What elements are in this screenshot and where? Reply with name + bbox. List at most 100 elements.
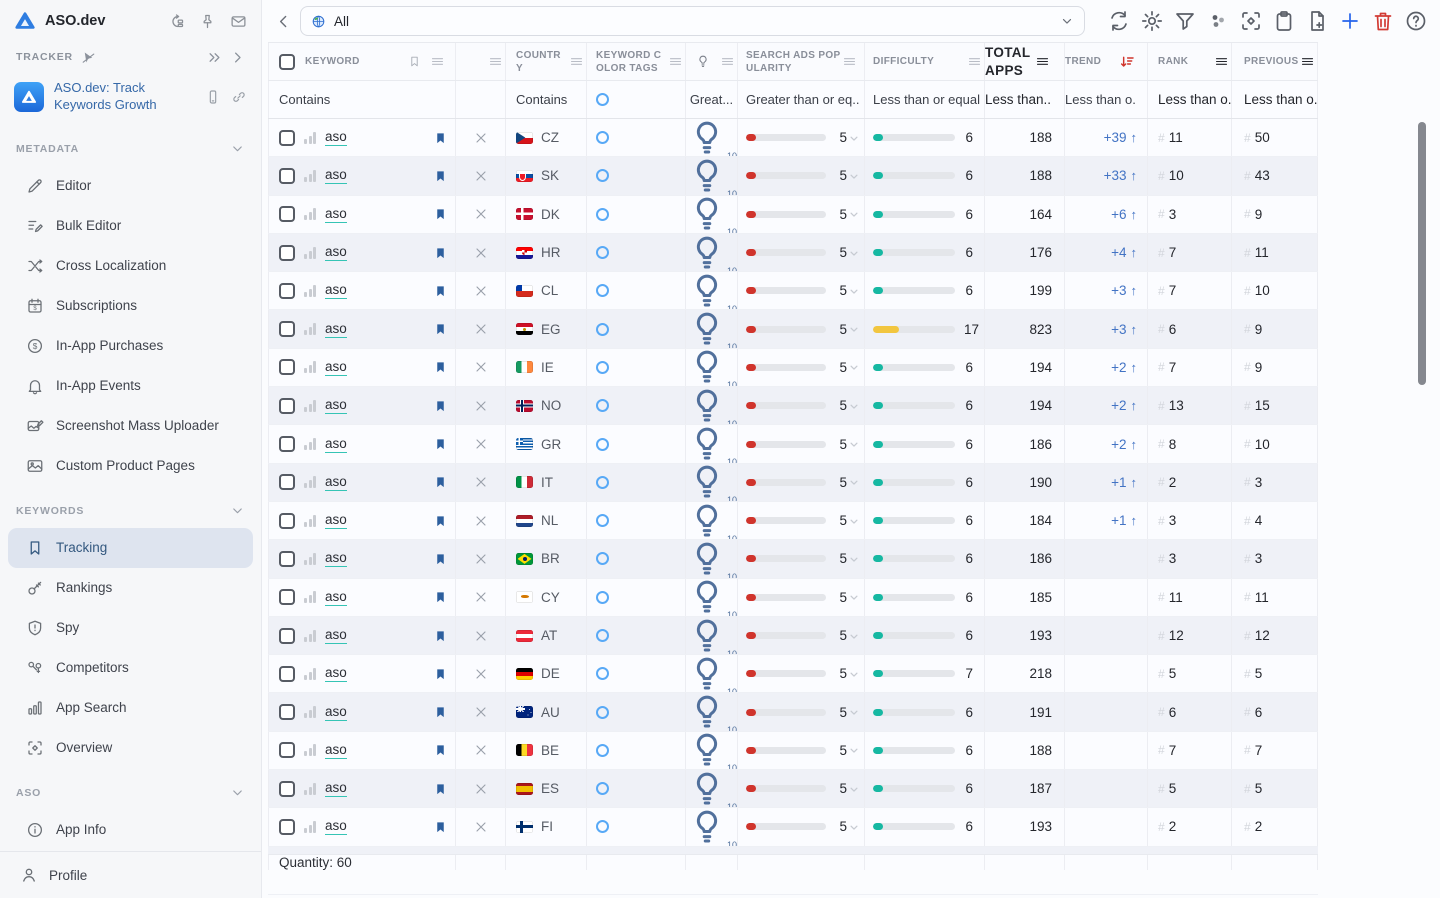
bookmark-icon[interactable] [434, 321, 447, 337]
mail-icon[interactable] [230, 13, 247, 30]
remove-keyword-button[interactable] [473, 819, 489, 835]
expand-chevron-icon[interactable] [849, 439, 859, 449]
column-header-color-tags[interactable]: KEYWORD COLOR TAGS [587, 43, 686, 80]
lamp-icon[interactable]: 10 [686, 349, 737, 386]
column-menu-icon[interactable] [668, 54, 683, 69]
row-checkbox[interactable] [279, 666, 295, 682]
color-tag-circle-icon[interactable] [596, 208, 609, 221]
expand-chevron-icon[interactable] [849, 362, 859, 372]
keyword-chart-icon[interactable] [304, 132, 316, 144]
add-icon[interactable] [1338, 9, 1362, 33]
remove-keyword-button[interactable] [473, 359, 489, 375]
keyword-text[interactable]: aso [325, 167, 347, 184]
keyword-text[interactable]: aso [325, 512, 347, 529]
keyword-text[interactable]: aso [325, 436, 347, 453]
row-checkbox[interactable] [279, 206, 295, 222]
keyword-text[interactable]: aso [325, 206, 347, 223]
filter-value[interactable]: Less than... [985, 92, 1052, 107]
column-header-trend[interactable]: TREND [1065, 43, 1148, 80]
color-tag-circle-icon[interactable] [596, 399, 609, 412]
chevron-down-icon[interactable] [230, 785, 245, 800]
color-tag-circle-icon[interactable] [596, 629, 609, 642]
filter-cell-remove[interactable] [456, 81, 506, 118]
expand-chevron-icon[interactable] [849, 592, 859, 602]
remove-keyword-button[interactable] [473, 513, 489, 529]
color-tag-circle-icon[interactable] [596, 667, 609, 680]
column-header-total-apps[interactable]: TOTAL APPS [985, 43, 1065, 80]
sidebar-item-custom-product-pages[interactable]: Custom Product Pages [8, 446, 253, 486]
lamp-icon[interactable]: 10 [686, 540, 737, 577]
remove-keyword-button[interactable] [473, 781, 489, 797]
color-tag-circle-icon[interactable] [596, 591, 609, 604]
column-header-keyword[interactable]: KEYWORD [268, 43, 456, 80]
column-menu-icon[interactable] [720, 54, 735, 69]
sidebar-item-spy[interactable]: Spy [8, 608, 253, 648]
sidebar-item-in-app-events[interactable]: In-App Events [8, 366, 253, 406]
remove-keyword-button[interactable] [473, 130, 489, 146]
expand-chevron-icon[interactable] [849, 516, 859, 526]
bookmark-outline-icon[interactable] [408, 55, 421, 68]
filter-cell-color-tags[interactable] [587, 81, 686, 118]
expand-chevron-icon[interactable] [849, 401, 859, 411]
lamp-icon[interactable]: 10 [686, 770, 737, 807]
filter-value[interactable]: Great... [690, 92, 733, 107]
remove-keyword-button[interactable] [473, 551, 489, 567]
color-tag-circle-icon[interactable] [596, 744, 609, 757]
expand-chevron-icon[interactable] [849, 248, 859, 258]
bookmark-icon[interactable] [434, 666, 447, 682]
country-scope-select[interactable]: All [300, 6, 1085, 36]
bookmark-icon[interactable] [434, 589, 447, 605]
sidebar-item-rankings[interactable]: Rankings [8, 568, 253, 608]
lamp-icon[interactable]: 10 [686, 310, 737, 347]
keyword-text[interactable]: aso [325, 704, 347, 721]
lamp-icon[interactable]: 10 [686, 464, 737, 501]
filter-value[interactable]: Contains [516, 92, 567, 107]
keyword-chart-icon[interactable] [304, 247, 316, 259]
expand-chevron-icon[interactable] [849, 554, 859, 564]
keyword-text[interactable]: aso [325, 321, 347, 338]
column-menu-icon[interactable] [569, 54, 584, 69]
keyword-text[interactable]: aso [325, 397, 347, 414]
remove-keyword-button[interactable] [473, 206, 489, 222]
switch-app-icon[interactable] [168, 13, 185, 30]
keyword-chart-icon[interactable] [304, 630, 316, 642]
row-checkbox[interactable] [279, 551, 295, 567]
color-tag-circle-icon[interactable] [596, 131, 609, 144]
bookmark-icon[interactable] [434, 551, 447, 567]
column-menu-icon[interactable] [842, 54, 857, 69]
trash-icon[interactable] [1371, 9, 1395, 33]
tracked-app-card[interactable]: ASO.dev: Track Keywords Growth [0, 72, 261, 124]
row-checkbox[interactable] [279, 321, 295, 337]
keyword-chart-icon[interactable] [304, 323, 316, 335]
filter-value[interactable]: Greater than or eq... [746, 92, 859, 107]
keyword-text[interactable]: aso [325, 780, 347, 797]
filter-cell-search-ads-popularity[interactable]: Greater than or eq... [738, 81, 865, 118]
filter-value[interactable]: Less than or equal ... [873, 92, 984, 107]
filter-cell-rank[interactable]: Less than o... [1148, 81, 1232, 118]
expand-chevron-icon[interactable] [849, 324, 859, 334]
color-tag-circle-icon[interactable] [596, 246, 609, 259]
sidebar-item-cross-localization[interactable]: Cross Localization [8, 246, 253, 286]
filter-value[interactable]: Less than o... [1065, 92, 1137, 107]
sidebar-item-subscriptions[interactable]: $ Subscriptions [8, 286, 253, 326]
column-menu-icon[interactable] [1214, 54, 1229, 69]
keyword-chart-icon[interactable] [304, 591, 316, 603]
sort-desc-icon[interactable] [1119, 54, 1135, 70]
color-filter-circle-icon[interactable] [596, 93, 609, 106]
filter-cell-total-apps[interactable]: Less than... [985, 81, 1065, 118]
bookmark-icon[interactable] [434, 283, 447, 299]
row-checkbox[interactable] [279, 398, 295, 414]
keyword-chart-icon[interactable] [304, 744, 316, 756]
row-checkbox[interactable] [279, 283, 295, 299]
row-checkbox[interactable] [279, 168, 295, 184]
keyword-chart-icon[interactable] [304, 170, 316, 182]
keyword-chart-icon[interactable] [304, 208, 316, 220]
remove-keyword-button[interactable] [473, 398, 489, 414]
color-tag-circle-icon[interactable] [596, 820, 609, 833]
keyword-chart-icon[interactable] [304, 476, 316, 488]
chevron-right-icon[interactable] [230, 50, 245, 65]
keyword-chart-icon[interactable] [304, 515, 316, 527]
column-menu-icon[interactable] [1300, 54, 1315, 69]
remove-keyword-button[interactable] [473, 666, 489, 682]
bookmark-icon[interactable] [434, 704, 447, 720]
